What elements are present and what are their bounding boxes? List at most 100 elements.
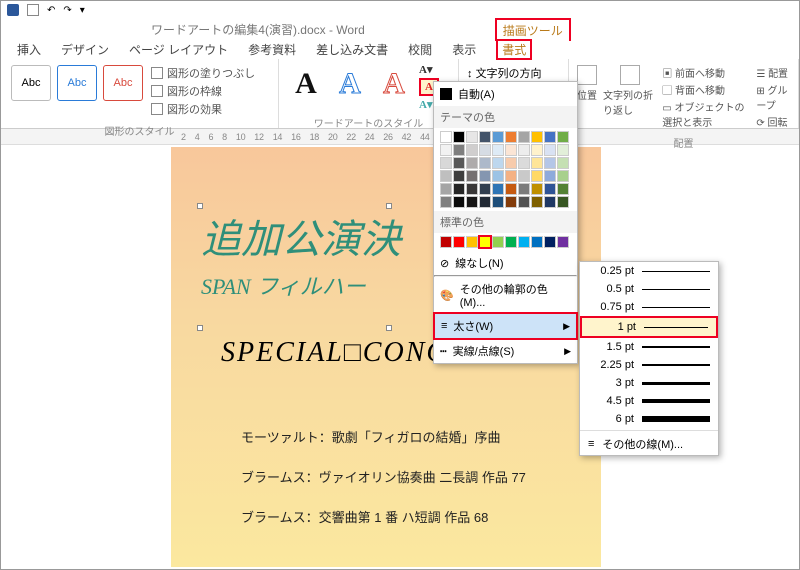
color-swatch[interactable] <box>466 131 478 143</box>
color-swatch[interactable] <box>518 170 530 182</box>
tab-references[interactable]: 参考資料 <box>248 41 296 58</box>
qat-more-icon[interactable]: ▾ <box>80 5 85 16</box>
resize-handle[interactable] <box>197 325 203 331</box>
color-swatch[interactable] <box>544 131 556 143</box>
color-swatch[interactable] <box>492 236 504 248</box>
color-swatch[interactable] <box>466 144 478 156</box>
color-swatch[interactable] <box>453 157 465 169</box>
color-swatch[interactable] <box>453 170 465 182</box>
color-swatch[interactable] <box>479 183 491 195</box>
color-swatch[interactable] <box>518 131 530 143</box>
resize-handle[interactable] <box>386 325 392 331</box>
color-swatch[interactable] <box>453 131 465 143</box>
color-swatch[interactable] <box>492 131 504 143</box>
weight-item-1pt[interactable]: 1 pt <box>580 316 718 338</box>
color-swatch[interactable] <box>531 196 543 208</box>
color-swatch[interactable] <box>557 157 569 169</box>
color-swatch[interactable] <box>492 183 504 195</box>
color-swatch[interactable] <box>479 196 491 208</box>
color-swatch[interactable] <box>505 236 517 248</box>
color-swatch[interactable] <box>531 131 543 143</box>
shape-effects-button[interactable]: 図形の効果 <box>151 101 255 117</box>
color-swatch[interactable] <box>492 196 504 208</box>
auto-color-item[interactable]: 自動(A) <box>434 82 577 106</box>
bring-forward-button[interactable]: ▣ 前面へ移動 <box>662 65 750 80</box>
tab-format[interactable]: 書式 <box>496 39 532 60</box>
text-fill-button[interactable]: A▾ <box>419 63 439 76</box>
shape-style-2[interactable]: Abc <box>57 65 97 101</box>
more-colors-item[interactable]: 🎨その他の輪郭の色(M)... <box>434 277 577 313</box>
color-swatch[interactable] <box>466 196 478 208</box>
color-swatch[interactable] <box>466 157 478 169</box>
color-swatch[interactable] <box>505 183 517 195</box>
weight-item-0.75pt[interactable]: 0.75 pt <box>580 298 718 316</box>
color-swatch[interactable] <box>557 236 569 248</box>
color-swatch[interactable] <box>505 157 517 169</box>
tab-review[interactable]: 校閲 <box>408 41 432 58</box>
color-swatch[interactable] <box>544 196 556 208</box>
color-swatch[interactable] <box>505 131 517 143</box>
more-lines-item[interactable]: ≡ その他の線(M)... <box>580 433 718 455</box>
color-swatch[interactable] <box>518 196 530 208</box>
color-swatch[interactable] <box>544 144 556 156</box>
no-line-item[interactable]: ⊘線なし(N) <box>434 251 577 275</box>
color-swatch[interactable] <box>453 183 465 195</box>
send-backward-button[interactable]: ▢ 背面へ移動 <box>662 82 750 97</box>
color-swatch[interactable] <box>492 157 504 169</box>
color-swatch[interactable] <box>479 170 491 182</box>
color-swatch[interactable] <box>518 236 530 248</box>
color-swatch[interactable] <box>479 131 491 143</box>
tab-design[interactable]: デザイン <box>61 41 109 58</box>
position-icon[interactable] <box>577 65 597 85</box>
color-swatch[interactable] <box>440 131 452 143</box>
color-swatch[interactable] <box>518 157 530 169</box>
color-swatch[interactable] <box>531 236 543 248</box>
color-swatch[interactable] <box>531 157 543 169</box>
color-swatch[interactable] <box>557 183 569 195</box>
color-swatch[interactable] <box>492 170 504 182</box>
color-swatch[interactable] <box>479 157 491 169</box>
color-swatch[interactable] <box>479 236 491 248</box>
dashes-item[interactable]: ┅実線/点線(S)▶ <box>434 339 577 363</box>
color-swatch[interactable] <box>440 170 452 182</box>
color-swatch[interactable] <box>505 196 517 208</box>
color-swatch[interactable] <box>453 196 465 208</box>
tab-insert[interactable]: 挿入 <box>17 41 41 58</box>
color-swatch[interactable] <box>466 170 478 182</box>
tab-view[interactable]: 表示 <box>452 41 476 58</box>
color-swatch[interactable] <box>544 170 556 182</box>
color-swatch[interactable] <box>440 183 452 195</box>
resize-handle[interactable] <box>197 203 203 209</box>
color-swatch[interactable] <box>557 170 569 182</box>
text-direction-button[interactable]: ↕ 文字列の方向 <box>467 65 560 81</box>
save-icon[interactable] <box>27 4 39 16</box>
color-swatch[interactable] <box>518 144 530 156</box>
color-swatch[interactable] <box>531 170 543 182</box>
color-swatch[interactable] <box>544 236 556 248</box>
color-swatch[interactable] <box>557 196 569 208</box>
weight-item-2.25pt[interactable]: 2.25 pt <box>580 356 718 374</box>
color-swatch[interactable] <box>466 236 478 248</box>
weight-item-6pt[interactable]: 6 pt <box>580 410 718 428</box>
color-swatch[interactable] <box>544 157 556 169</box>
color-swatch[interactable] <box>440 196 452 208</box>
color-swatch[interactable] <box>531 144 543 156</box>
wrap-text-icon[interactable] <box>620 65 640 85</box>
color-swatch[interactable] <box>453 236 465 248</box>
wordart-style-3[interactable]: A <box>377 67 411 107</box>
group-button[interactable]: ⊞ グループ <box>756 82 790 112</box>
color-swatch[interactable] <box>505 144 517 156</box>
color-swatch[interactable] <box>479 144 491 156</box>
shape-style-1[interactable]: Abc <box>11 65 51 101</box>
align-button[interactable]: ☰ 配置 <box>756 65 790 80</box>
weight-item-3pt[interactable]: 3 pt <box>580 374 718 392</box>
drawing-tools-tab[interactable]: 描画ツール <box>495 18 571 41</box>
shape-style-3[interactable]: Abc <box>103 65 143 101</box>
resize-handle[interactable] <box>386 203 392 209</box>
redo-icon[interactable]: ↷ <box>63 5 71 16</box>
undo-icon[interactable]: ↶ <box>47 5 55 16</box>
color-swatch[interactable] <box>466 183 478 195</box>
color-swatch[interactable] <box>440 236 452 248</box>
color-swatch[interactable] <box>557 144 569 156</box>
color-swatch[interactable] <box>505 170 517 182</box>
